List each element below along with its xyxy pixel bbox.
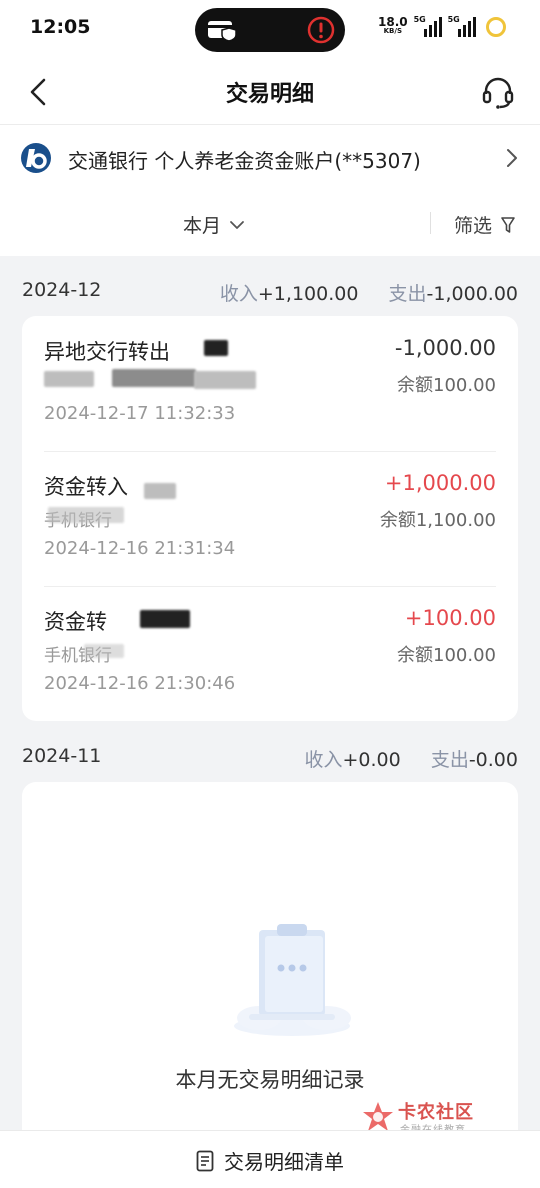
- month-label: 2024-12: [22, 279, 102, 301]
- month-summary: 收入+0.00 支出-0.00: [304, 749, 518, 771]
- transaction-time: 2024-12-16 21:30:46: [44, 673, 236, 694]
- account-selector[interactable]: 交通银行 个人养老金资金账户(**5307): [0, 124, 540, 190]
- month-header: 2024-11 收入+0.00 支出-0.00: [22, 745, 518, 775]
- dynamic-island: [195, 8, 345, 52]
- signal-icon-2: 5G: [448, 15, 476, 37]
- page-title: 交易明细: [225, 82, 314, 107]
- bank-logo-icon: [21, 143, 51, 173]
- nav-bar: 交易明细: [0, 58, 540, 124]
- transaction-amount: -1,000.00: [394, 336, 496, 360]
- alert-icon: [307, 16, 335, 44]
- transaction-amount: +100.00: [404, 606, 496, 630]
- transaction-amount: +1,000.00: [384, 471, 496, 495]
- month-dropdown-label: 本月: [183, 215, 222, 237]
- status-time: 12:05: [30, 16, 91, 38]
- month-label: 2024-11: [22, 745, 102, 767]
- filter-bar: 本月 筛选: [0, 190, 540, 256]
- redaction: [84, 644, 124, 658]
- empty-state-text: 本月无交易明细记录: [175, 1068, 365, 1092]
- transaction-time: 2024-12-17 11:32:33: [44, 403, 236, 424]
- transaction-title: 资金转: [44, 610, 107, 634]
- bottom-bar: 交易明细清单: [0, 1130, 540, 1188]
- redaction: [48, 507, 124, 523]
- redaction: [194, 371, 256, 389]
- redaction: [112, 369, 196, 387]
- transaction-time: 2024-12-16 21:31:34: [44, 538, 236, 559]
- empty-clipboard-icon: [234, 924, 351, 1036]
- redaction: [44, 371, 94, 387]
- transactions-card: 异地交行转出 2024-12-17 11:32:33 -1,000.00 余额1…: [22, 316, 518, 721]
- battery-ring-icon: [485, 17, 506, 37]
- month-summary: 收入+1,100.00 支出-1,000.00: [219, 283, 518, 305]
- transaction-row[interactable]: 异地交行转出 2024-12-17 11:32:33 -1,000.00 余额1…: [44, 316, 496, 451]
- redaction: [204, 340, 228, 356]
- status-bar: 12:05 18.0 KB/S 5G 5G: [0, 0, 540, 58]
- statement-list-button[interactable]: 交易明细清单: [0, 1146, 540, 1175]
- document-icon: [196, 1150, 214, 1171]
- transaction-row[interactable]: 资金转入 手机银行 2024-12-16 21:31:34 +1,000.00 …: [44, 451, 496, 586]
- transaction-title: 资金转入: [44, 475, 128, 499]
- chevron-right-icon: [507, 149, 517, 167]
- transaction-balance: 余额100.00: [397, 375, 496, 396]
- funnel-icon: [501, 216, 515, 233]
- transaction-balance: 余额100.00: [397, 645, 496, 666]
- month-header: 2024-12 收入+1,100.00 支出-1,000.00: [22, 279, 518, 309]
- redaction: [140, 610, 190, 628]
- transaction-balance: 余额1,100.00: [379, 510, 496, 531]
- status-right: 18.0 KB/S 5G 5G: [378, 15, 506, 37]
- filter-button[interactable]: 筛选: [454, 211, 516, 238]
- card-shield-icon: [208, 21, 237, 42]
- divider: [430, 212, 431, 234]
- net-speed: 18.0 KB/S: [378, 15, 408, 35]
- signal-icon: 5G: [414, 15, 442, 37]
- headset-icon[interactable]: [481, 75, 515, 109]
- month-dropdown[interactable]: 本月: [183, 211, 245, 238]
- statement-list-label: 交易明细清单: [224, 1150, 344, 1174]
- transaction-title: 异地交行转出: [44, 340, 170, 364]
- filter-label: 筛选: [454, 215, 493, 237]
- account-name: 交通银行 个人养老金资金账户(**5307): [68, 149, 421, 173]
- chevron-down-icon: [230, 220, 244, 229]
- transaction-row[interactable]: 资金转 手机银行 2024-12-16 21:30:46 +100.00 余额1…: [44, 586, 496, 721]
- redaction: [144, 483, 176, 499]
